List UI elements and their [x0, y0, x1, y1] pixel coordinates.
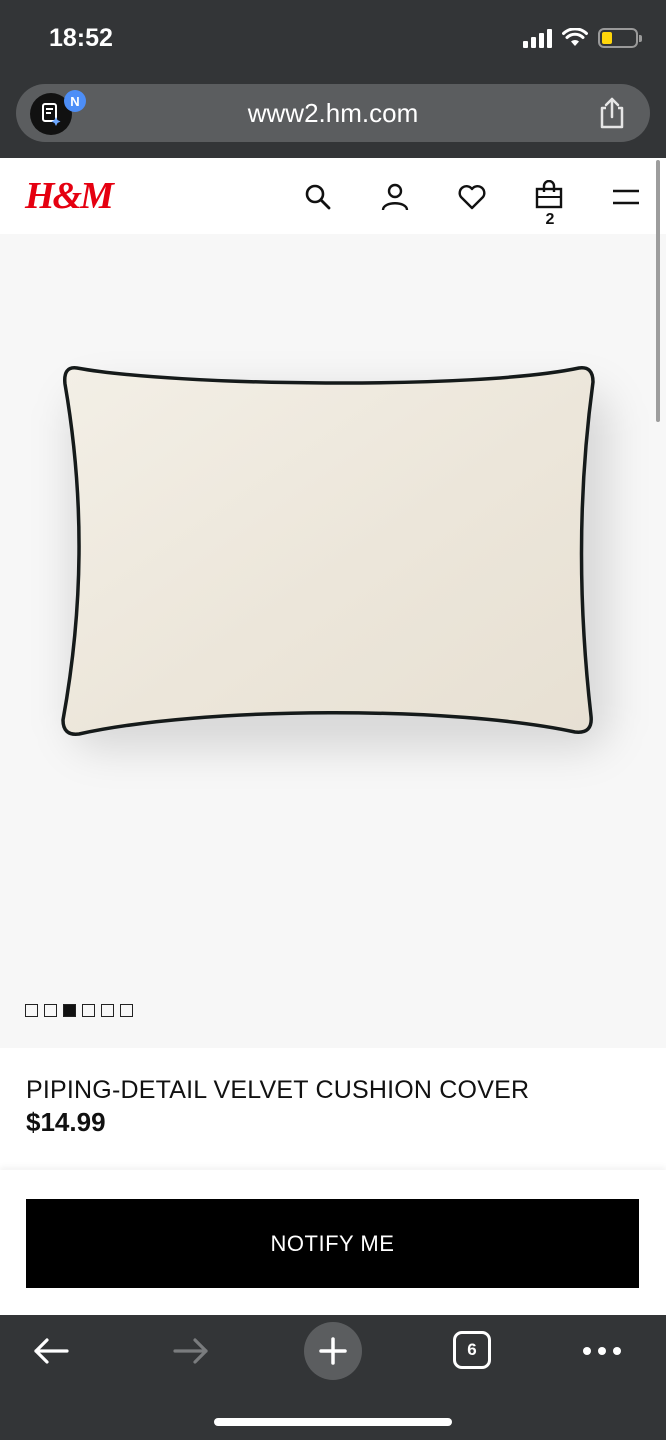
- sticky-action-bar: NOTIFY ME: [0, 1170, 666, 1316]
- gallery-dot[interactable]: [44, 1004, 57, 1017]
- back-arrow-icon[interactable]: [28, 1321, 74, 1381]
- search-icon[interactable]: [303, 182, 333, 212]
- account-icon[interactable]: [380, 182, 410, 212]
- new-tab-button[interactable]: [304, 1322, 362, 1380]
- product-title: PIPING-DETAIL VELVET CUSHION COVER: [26, 1076, 530, 1104]
- tabs-icon[interactable]: 6: [453, 1331, 491, 1369]
- battery-icon: [598, 28, 642, 48]
- bag-icon[interactable]: [534, 180, 564, 210]
- more-icon[interactable]: [580, 1321, 624, 1381]
- forward-arrow-icon[interactable]: [168, 1321, 214, 1381]
- gallery-dot[interactable]: [82, 1004, 95, 1017]
- browser-top-bar: 18:52 N www2.hm.com: [0, 0, 666, 158]
- cart-count: 2: [545, 211, 555, 228]
- hm-logo[interactable]: H&M: [25, 174, 114, 218]
- wifi-icon: [562, 28, 588, 46]
- gallery-pagination: [25, 1004, 133, 1017]
- signal-icon: [523, 28, 552, 48]
- gallery-dot[interactable]: [120, 1004, 133, 1017]
- url-text[interactable]: www2.hm.com: [16, 98, 650, 129]
- status-time: 18:52: [49, 24, 113, 52]
- product-price: $14.99: [26, 1107, 106, 1137]
- share-icon[interactable]: [596, 96, 628, 130]
- page-scrollbar[interactable]: [656, 160, 660, 422]
- status-icons: [523, 28, 642, 48]
- site-header: H&M: [0, 158, 666, 234]
- product-image[interactable]: [55, 360, 605, 745]
- menu-icon[interactable]: [611, 182, 641, 212]
- notify-me-button[interactable]: NOTIFY ME: [26, 1199, 639, 1288]
- address-bar[interactable]: N www2.hm.com: [16, 84, 650, 142]
- heart-icon[interactable]: [457, 182, 487, 212]
- gallery-dot[interactable]: [101, 1004, 114, 1017]
- gallery-dot[interactable]: [25, 1004, 38, 1017]
- plus-icon: [319, 1337, 347, 1365]
- home-indicator[interactable]: [214, 1418, 452, 1426]
- gallery-dot-active[interactable]: [63, 1004, 76, 1017]
